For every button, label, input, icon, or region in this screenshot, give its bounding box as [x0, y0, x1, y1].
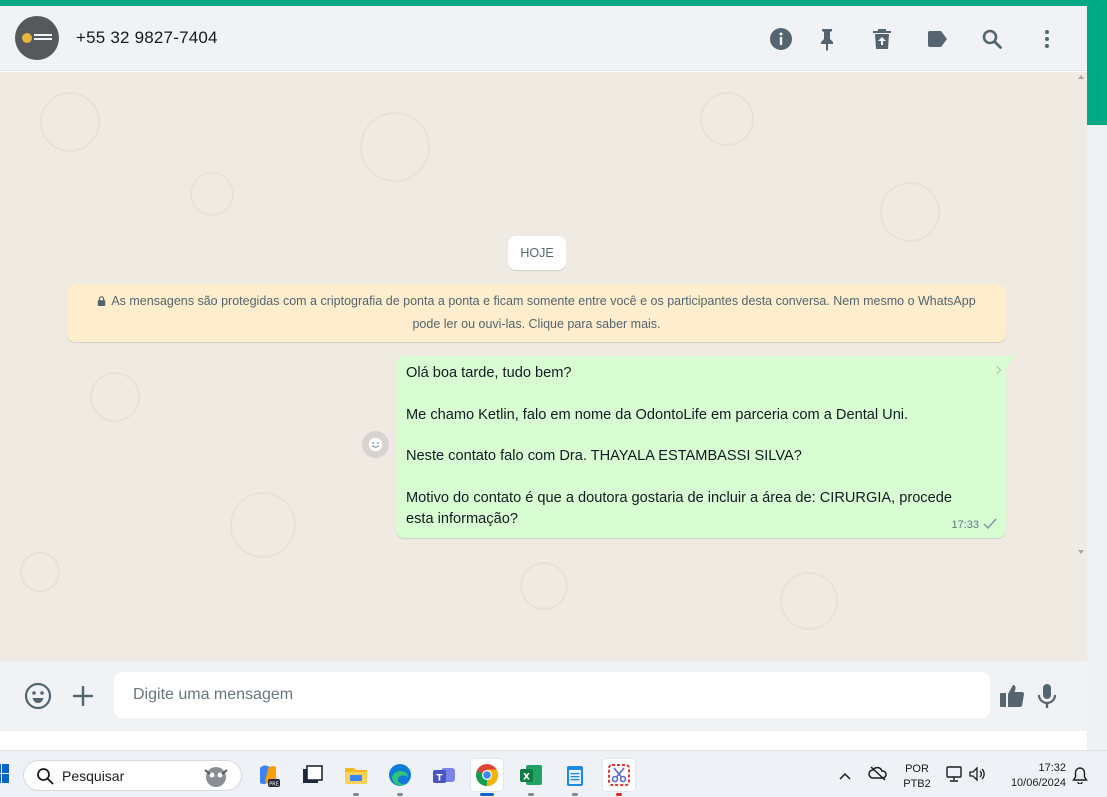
pin-icon[interactable]	[814, 26, 840, 52]
react-emoji-button[interactable]	[362, 431, 389, 458]
copilot-icon[interactable]: PRE	[251, 758, 285, 792]
scroll-down-arrow[interactable]	[1078, 550, 1084, 554]
message-line: Neste contato falo com Dra. THAYALA ESTA…	[406, 448, 802, 464]
wallpaper-doodle	[780, 572, 838, 630]
contact-name[interactable]: +55 32 9827-7404	[76, 28, 218, 48]
scroll-up-arrow[interactable]	[1078, 75, 1084, 79]
taskbar-search[interactable]: Pesquisar	[23, 760, 242, 791]
message-input[interactable]	[114, 672, 990, 718]
network-icon[interactable]	[945, 765, 963, 788]
message-line: Olá boa tarde, tudo bem?	[406, 365, 572, 381]
message-time: 17:33	[951, 519, 979, 531]
side-accent	[1087, 6, 1107, 125]
day-divider: HOJE	[508, 236, 566, 270]
microphone-icon[interactable]	[1032, 681, 1062, 711]
chat-conversation[interactable]: HOJE As mensagens são protegidas com a c…	[0, 72, 1087, 661]
show-hidden-icons-chevron-icon[interactable]	[838, 768, 852, 786]
single-check-icon	[983, 516, 997, 534]
contact-avatar[interactable]	[15, 16, 59, 60]
svg-text:PRE: PRE	[269, 782, 279, 788]
message-line: esta informação?	[406, 510, 518, 527]
wallpaper-doodle	[880, 182, 940, 242]
thumbs-up-icon[interactable]	[997, 681, 1027, 711]
message-line: Me chamo Ketlin, falo em nome da OdontoL…	[406, 406, 909, 423]
delete-icon[interactable]	[869, 26, 895, 52]
search-highlight-icon	[204, 767, 228, 787]
bubble-tail	[1006, 356, 1015, 368]
logo-flower-icon	[22, 33, 32, 43]
message-composer	[0, 661, 1087, 731]
wallpaper-doodle	[40, 92, 100, 152]
wallpaper-doodle	[190, 172, 234, 216]
input-language-indicator[interactable]: POR PTB2	[903, 762, 931, 792]
edge-icon[interactable]	[383, 758, 417, 796]
menu-icon[interactable]	[1034, 26, 1060, 52]
side-panel-edge	[1087, 125, 1107, 750]
search-icon[interactable]	[979, 26, 1005, 52]
chat-header: +55 32 9827-7404	[0, 6, 1087, 71]
message-meta: 17:33	[951, 516, 997, 534]
search-icon	[37, 767, 54, 784]
wallpaper-doodle	[230, 492, 296, 558]
file-explorer-icon[interactable]	[339, 758, 373, 796]
logo-text-mark	[34, 34, 52, 42]
clock-time: 17:32	[1038, 762, 1066, 774]
excel-icon[interactable]: X	[514, 758, 548, 796]
taskbar-clock[interactable]: 17:32 10/06/2024	[996, 761, 1066, 791]
wallpaper-doodle	[20, 552, 60, 592]
start-windows-icon[interactable]	[0, 764, 10, 784]
wallpaper-doodle	[90, 372, 140, 422]
notification-bell-icon[interactable]	[1072, 766, 1088, 789]
svg-text:T: T	[436, 774, 443, 784]
smiley-icon	[368, 437, 383, 452]
task-view-icon[interactable]	[295, 758, 329, 792]
label-icon[interactable]	[924, 26, 950, 52]
language-code: POR	[905, 763, 929, 775]
keyboard-layout: PTB2	[903, 778, 931, 790]
svg-text:X: X	[523, 773, 530, 783]
message-line: Motivo do contato é que a doutora gostar…	[406, 489, 952, 506]
encryption-notice[interactable]: As mensagens são protegidas com a cripto…	[67, 284, 1006, 342]
info-icon[interactable]	[768, 26, 794, 52]
taskbar-search-label: Pesquisar	[62, 767, 125, 784]
notepad-icon[interactable]	[558, 758, 592, 796]
snipping-tool-icon[interactable]	[602, 758, 636, 796]
windows-taskbar: Pesquisar PRE T X POR PTB2 17:32 10/06/2…	[0, 750, 1107, 797]
clock-date: 10/06/2024	[1010, 777, 1066, 789]
teams-icon[interactable]: T	[427, 758, 461, 792]
encryption-notice-text: As mensagens são protegidas com a cripto…	[111, 294, 976, 331]
volume-icon[interactable]	[968, 765, 986, 788]
attach-plus-icon[interactable]	[68, 681, 98, 711]
outgoing-message[interactable]: Olá boa tarde, tudo bem? Me chamo Ketlin…	[396, 356, 1006, 538]
lock-icon	[98, 296, 106, 306]
wallpaper-doodle	[700, 92, 754, 146]
chrome-icon[interactable]	[470, 758, 504, 796]
window-bottom-edge	[0, 731, 1087, 750]
onedrive-offline-icon[interactable]	[868, 765, 888, 786]
wallpaper-doodle	[520, 562, 568, 610]
wallpaper-doodle	[360, 112, 430, 182]
emoji-icon[interactable]	[23, 681, 53, 711]
